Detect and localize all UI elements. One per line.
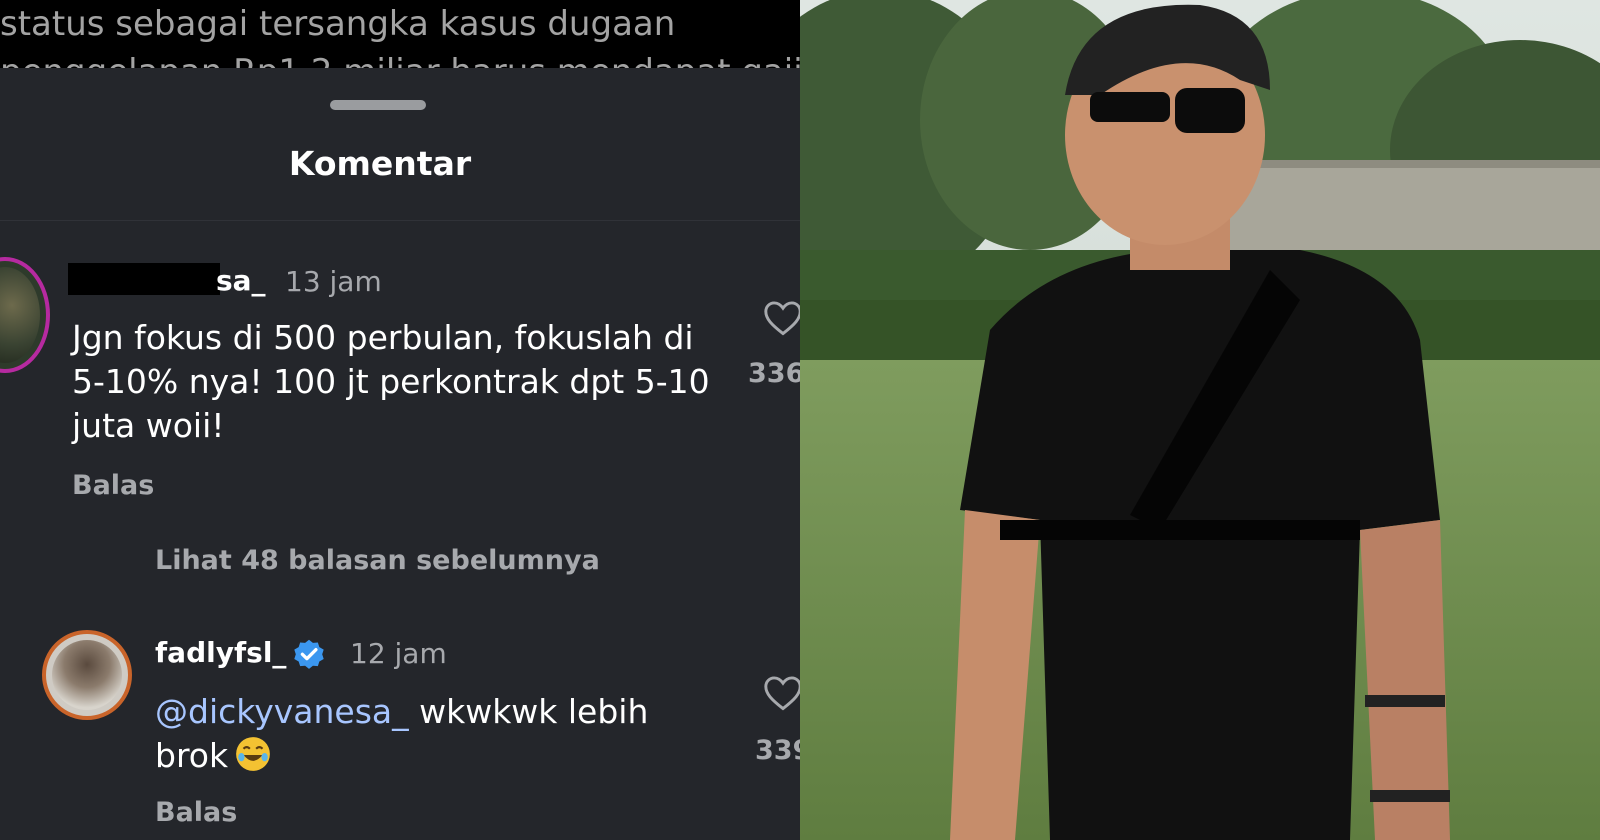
heart-icon[interactable] xyxy=(763,300,800,336)
mention-link[interactable]: @dickyvanesa_ xyxy=(155,692,409,731)
comment-text: Jgn fokus di 500 perbulan, fokuslah di 5… xyxy=(72,318,710,445)
post-caption: status sebagai tersangka kasus dugaan pe… xyxy=(0,0,800,68)
view-previous-replies[interactable]: Lihat 48 balasan sebelumnya xyxy=(155,545,600,576)
username[interactable]: sa_ xyxy=(216,264,266,297)
caption-line-2: penggelapan Rp1,2 miliar harus mendapat … xyxy=(0,52,800,68)
reply-button[interactable]: Balas xyxy=(155,797,237,828)
sheet-title: Komentar xyxy=(288,144,472,183)
divider xyxy=(0,220,800,221)
avatar-photo xyxy=(52,640,122,710)
like-count: 336 xyxy=(748,358,800,389)
username[interactable]: fadlyfsl_ xyxy=(155,636,286,669)
comment-time: 13 jam xyxy=(285,265,382,298)
avatar-photo xyxy=(0,267,40,363)
reply-text: @dickyvanesa_ wkwkwk lebih brok xyxy=(155,690,695,778)
comments-screenshot: status sebagai tersangka kasus dugaan pe… xyxy=(0,0,800,840)
avatar[interactable] xyxy=(0,257,50,373)
like-count: 339 xyxy=(755,735,800,766)
reply-button[interactable]: Balas xyxy=(72,470,154,501)
caption-line-1: status sebagai tersangka kasus dugaan xyxy=(0,4,676,44)
photo-man-sunglasses xyxy=(800,0,1600,840)
photo-panel xyxy=(800,0,1600,840)
verified-badge-icon xyxy=(294,639,324,669)
avatar[interactable] xyxy=(42,630,132,720)
sheet-drag-handle[interactable] xyxy=(330,100,426,110)
laughing-emoji-icon xyxy=(236,737,270,771)
heart-icon[interactable] xyxy=(763,675,800,711)
comment-time: 12 jam xyxy=(350,637,447,670)
redacted-username xyxy=(68,263,220,295)
